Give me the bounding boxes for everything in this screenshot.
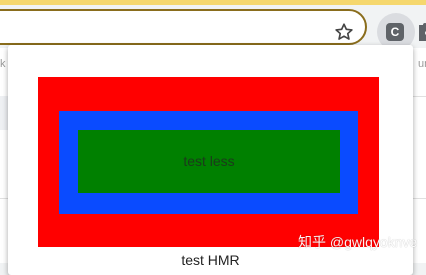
browser-toolbar: C (0, 5, 426, 51)
background-row (0, 96, 8, 130)
address-bar[interactable] (0, 9, 367, 45)
background-tab-fragment: k (0, 58, 6, 70)
puzzle-icon[interactable] (416, 19, 426, 43)
watermark: 知乎 @gwlqyoknve (298, 234, 418, 250)
background-tab-fragment: un (418, 58, 426, 70)
extension-icon[interactable]: C (386, 23, 404, 41)
star-icon[interactable] (333, 21, 355, 43)
less-text: test less (183, 153, 235, 169)
hmr-label: test HMR (181, 252, 240, 268)
